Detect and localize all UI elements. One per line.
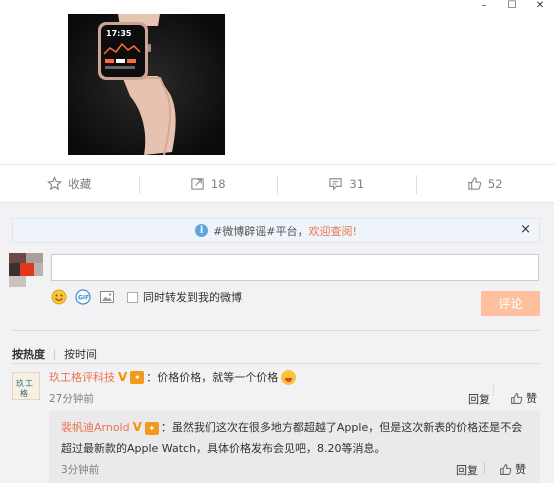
divider	[12, 330, 540, 331]
svg-text:玖: 玖	[16, 378, 24, 388]
current-user-avatar[interactable]	[9, 253, 43, 287]
divider	[12, 363, 540, 364]
like-count: 52	[487, 176, 503, 191]
post-action-bar: 收藏 18 31 52	[0, 164, 554, 203]
comment-username[interactable]: 玖工格评科技	[49, 369, 115, 385]
svg-text:工: 工	[25, 379, 33, 388]
gif-icon[interactable]: GIF	[75, 289, 91, 305]
post-image[interactable]: 17:35	[68, 14, 225, 155]
action-divider	[484, 462, 485, 474]
laughing-emoji-icon	[281, 369, 297, 385]
reply-button[interactable]: 回复	[456, 462, 478, 478]
comment-input[interactable]	[51, 254, 539, 281]
repost-checkbox[interactable]	[127, 291, 138, 303]
comment-text: 价格价格，就等一个价格	[157, 371, 279, 384]
thumbs-up-icon	[500, 463, 512, 475]
like-label: 赞	[526, 392, 537, 405]
thumbs-up-icon	[468, 177, 482, 190]
thumbs-up-icon	[511, 392, 523, 404]
maximize-button[interactable]: ☐	[498, 0, 526, 14]
notice-link[interactable]: 欢迎查阅!	[309, 223, 357, 239]
repost-count: 18	[210, 176, 226, 191]
comment-icon	[329, 178, 343, 191]
reply-button[interactable]: 回复	[468, 391, 490, 407]
reply-box: 裴帆迪Arnold V ✦ ：虽然我们这次在很多地方都超越了Apple，但是这次新表的…	[49, 411, 540, 483]
reply-time: 3分钟前	[61, 464, 100, 476]
fan-badge-icon: ✦	[144, 422, 159, 435]
reply-text: 虽然我们这次在很多地方都超越了Apple，但是这次新表的价格还是不会超过最新款的…	[61, 421, 523, 455]
svg-text:格: 格	[20, 388, 28, 398]
minimize-button[interactable]: –	[470, 0, 498, 14]
verified-badge: V	[118, 370, 128, 384]
comment-sort-tabs: 按热度 按时间	[12, 346, 97, 362]
commenter-avatar[interactable]: 玖 工 格	[12, 372, 40, 400]
reply-username[interactable]: 裴帆迪Arnold	[61, 421, 130, 434]
star-icon	[47, 176, 63, 191]
fan-badge-icon: ✦	[130, 370, 145, 384]
repost-checkbox-label: 同时转发到我的微博	[143, 291, 242, 304]
reply-separator: ：	[160, 421, 172, 434]
submit-comment-button[interactable]: 评论	[481, 291, 540, 316]
comment-separator: ：	[146, 371, 158, 384]
action-divider	[493, 384, 494, 396]
tab-sort-time[interactable]: 按时间	[64, 346, 97, 362]
tab-divider	[54, 348, 55, 360]
image-icon[interactable]	[99, 289, 115, 305]
post-media-area: – ☐ ✕ 17:35	[0, 0, 554, 164]
share-icon	[191, 178, 204, 190]
emoji-icon[interactable]	[51, 289, 67, 305]
svg-text:17:35: 17:35	[106, 29, 132, 38]
rumor-notice-bar: i #微博辟谣#平台， 欢迎查阅! ×	[12, 218, 540, 243]
reply-like-button[interactable]: 赞	[499, 461, 526, 477]
comment-like-button[interactable]: 赞	[510, 390, 537, 406]
svg-text:GIF: GIF	[78, 295, 89, 302]
like-label: 赞	[515, 463, 526, 476]
verified-badge: V	[132, 420, 142, 434]
comment-body: 玖工格评科技 V ✦ ： 价格价格，就等一个价格	[49, 369, 297, 385]
tab-sort-hot[interactable]: 按热度	[12, 346, 45, 362]
comment-count: 31	[349, 176, 365, 191]
favorite-action[interactable]: 收藏	[0, 165, 139, 202]
comment-action[interactable]: 31	[277, 165, 416, 202]
repost-action[interactable]: 18	[138, 165, 278, 202]
reply-body: 裴帆迪Arnold V ✦ ：虽然我们这次在很多地方都超越了Apple，但是这次新表的…	[61, 417, 531, 459]
close-window-button[interactable]: ✕	[526, 0, 554, 14]
favorite-label: 收藏	[68, 176, 92, 191]
notice-text: #微博辟谣#平台，	[213, 224, 309, 238]
like-action[interactable]: 52	[415, 165, 554, 202]
window-controls: – ☐ ✕	[470, 0, 554, 14]
notice-close-button[interactable]: ×	[520, 222, 531, 237]
info-icon: i	[195, 224, 209, 237]
comment-time: 27分钟前	[49, 393, 94, 405]
composer-toolbar: GIF 同时转发到我的微博	[51, 289, 242, 305]
